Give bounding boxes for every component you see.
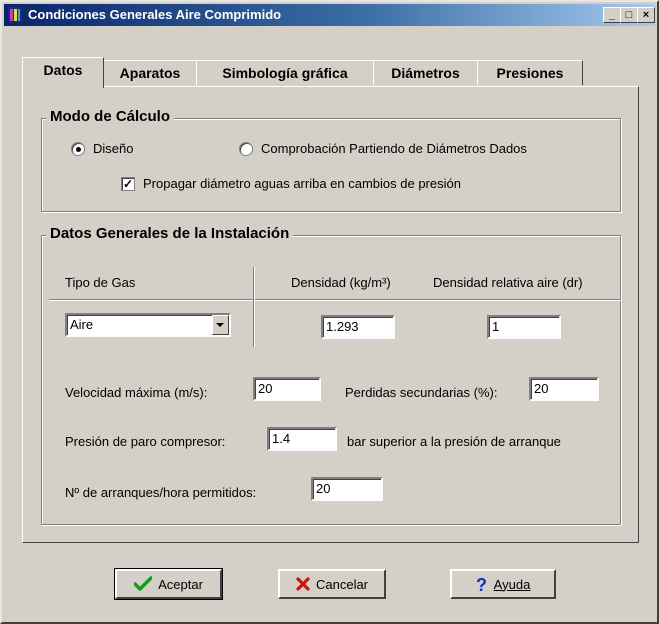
presion-label: Presión de paro compresor: — [65, 434, 226, 449]
column-divider — [253, 267, 255, 347]
densidad-field[interactable]: 1.293 — [321, 315, 395, 339]
arranques-field[interactable]: 20 — [311, 477, 383, 501]
svg-text:?: ? — [476, 575, 487, 593]
minimize-button[interactable]: _ — [603, 7, 621, 23]
densidad-relativa-field[interactable]: 1 — [487, 315, 561, 339]
radio-diseno-label[interactable]: Diseño — [93, 141, 133, 156]
arranques-label: Nº de arranques/hora permitidos: — [65, 485, 257, 500]
tab-simbologia-grafica[interactable]: Simbología gráfica — [196, 60, 374, 85]
tab-panel: Modo de Cálculo Diseño Comprobación Part… — [22, 86, 639, 543]
aceptar-label: Aceptar — [158, 576, 203, 592]
dialog-window: Condiciones Generales Aire Comprimido _ … — [0, 0, 659, 624]
tipo-gas-header: Tipo de Gas — [65, 275, 136, 290]
densidad-header: Densidad (kg/m³) — [291, 275, 391, 290]
window-title: Condiciones Generales Aire Comprimido — [28, 7, 282, 22]
perdidas-label: Perdidas secundarias (%): — [345, 385, 498, 400]
datos-generales-title: Datos Generales de la Instalación — [46, 225, 294, 242]
tab-aparatos[interactable]: Aparatos — [103, 60, 197, 85]
close-button[interactable]: × — [637, 7, 655, 23]
radio-comprobacion[interactable] — [239, 142, 253, 156]
header-divider — [49, 299, 621, 301]
tab-presiones[interactable]: Presiones — [477, 60, 583, 85]
densidad-relativa-header: Densidad relativa aire (dr) — [433, 275, 583, 290]
propagar-label[interactable]: Propagar diámetro aguas arriba en cambio… — [143, 176, 461, 191]
presion-suffix: bar superior a la presión de arranque — [347, 434, 561, 449]
red-x-icon — [296, 577, 310, 591]
propagar-checkbox[interactable]: ✓ — [121, 177, 135, 191]
perdidas-field[interactable]: 20 — [529, 377, 599, 401]
checkmark-icon — [134, 576, 153, 591]
modo-calculo-group — [41, 118, 621, 212]
ayuda-button[interactable]: ? Ayuda — [450, 569, 556, 599]
app-icon — [8, 7, 22, 23]
tab-diametros[interactable]: Diámetros — [373, 60, 478, 85]
dropdown-button[interactable] — [212, 315, 229, 335]
chevron-down-icon — [216, 323, 224, 327]
presion-field[interactable]: 1.4 — [267, 427, 337, 451]
maximize-button[interactable]: □ — [620, 7, 638, 23]
cancelar-button[interactable]: Cancelar — [278, 569, 386, 599]
question-mark-icon: ? — [476, 575, 487, 593]
tab-datos[interactable]: Datos — [22, 57, 104, 88]
tipo-gas-value: Aire — [70, 317, 94, 332]
modo-calculo-title: Modo de Cálculo — [46, 108, 174, 125]
ayuda-label: Ayuda — [493, 576, 531, 592]
velocidad-field[interactable]: 20 — [253, 377, 321, 401]
velocidad-label: Velocidad máxima (m/s): — [65, 385, 208, 400]
cancelar-label: Cancelar — [315, 576, 369, 592]
aceptar-button[interactable]: Aceptar — [114, 568, 223, 600]
tipo-gas-select[interactable]: Aire — [65, 313, 231, 337]
radio-comprobacion-label[interactable]: Comprobación Partiendo de Diámetros Dado… — [261, 141, 527, 156]
radio-diseno[interactable] — [71, 142, 85, 156]
title-bar[interactable]: Condiciones Generales Aire Comprimido _ … — [4, 4, 655, 26]
